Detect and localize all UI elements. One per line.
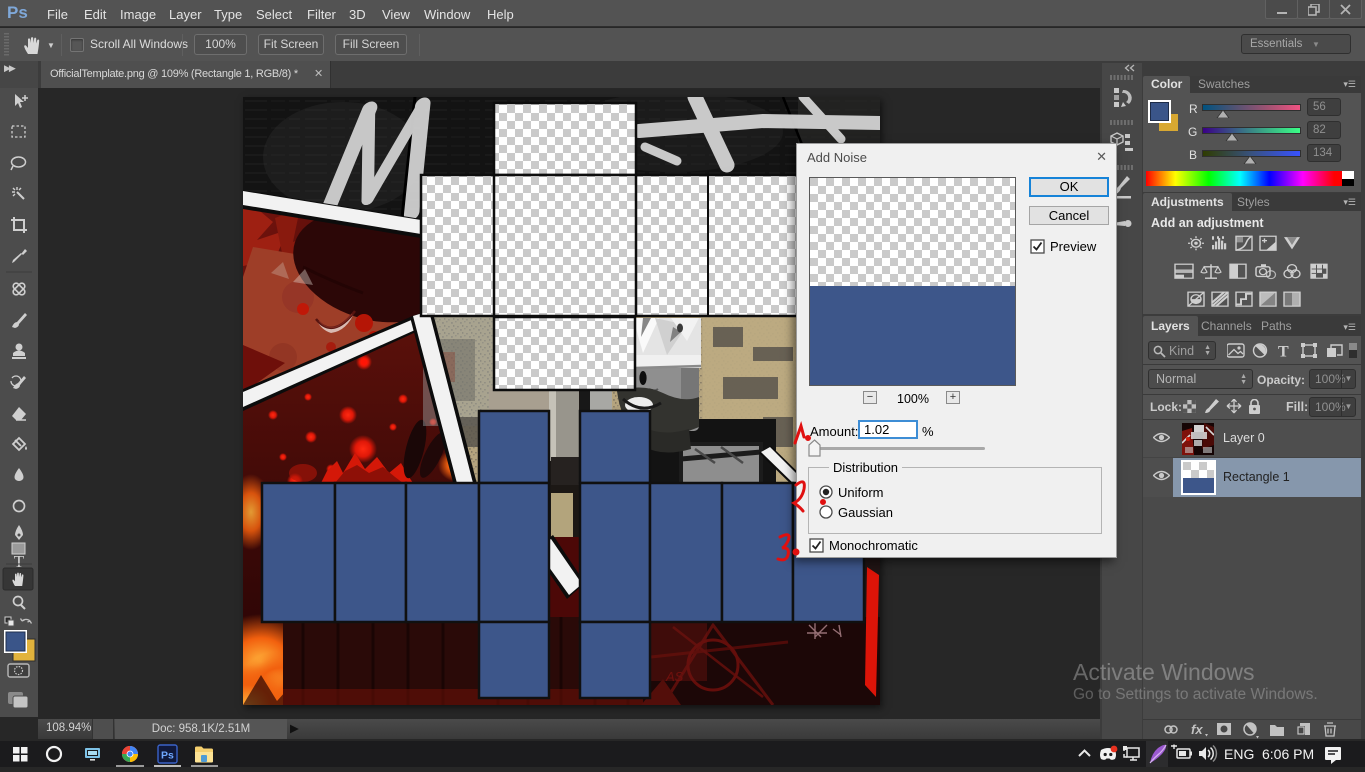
svg-text:T: T [1278, 344, 1289, 360]
svg-text:ENG: ENG [1224, 746, 1254, 762]
svg-text:Ps: Ps [161, 750, 174, 762]
svg-text:6:06 PM: 6:06 PM [1262, 746, 1314, 762]
svg-text:fx: fx [1191, 722, 1203, 737]
